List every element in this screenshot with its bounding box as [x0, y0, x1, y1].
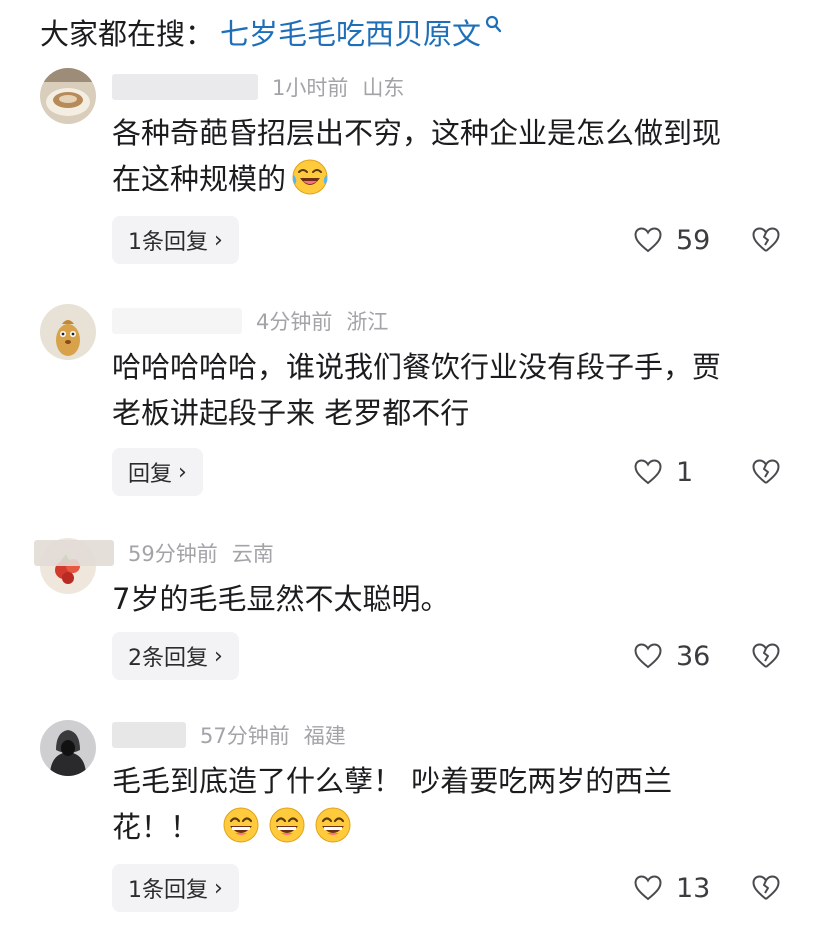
- username-redacted[interactable]: [112, 74, 258, 100]
- broken-heart-icon: [752, 227, 780, 252]
- comment-meta: 57分钟前 福建: [112, 720, 346, 750]
- username-redacted[interactable]: [112, 722, 186, 748]
- comment-line: 在这种规模的: [112, 162, 287, 196]
- comment-text: 各种奇葩昏招层出不穷，这种企业是怎么做到现 在这种规模的: [112, 110, 802, 202]
- comment-text: 哈哈哈哈哈，谁说我们餐饮行业没有段子手，贾 老板讲起段子来 老罗都不行: [112, 344, 802, 436]
- comment-line-wrap: 花！！: [112, 804, 802, 850]
- comment-line-wrap: 在这种规模的: [112, 156, 802, 202]
- comment-line: 各种奇葩昏招层出不穷，这种企业是怎么做到现: [112, 116, 722, 150]
- chevron-right-icon: ›: [214, 643, 223, 669]
- reply-label: 1条回复: [128, 230, 208, 255]
- comment-meta: 4分钟前 浙江: [112, 306, 388, 336]
- like-count: 59: [676, 224, 711, 256]
- grinning-emoji-icon: [269, 807, 305, 843]
- like-count: 13: [676, 872, 711, 904]
- heart-icon: [634, 459, 662, 485]
- like-count: 1: [676, 456, 694, 488]
- search-term-link[interactable]: 七岁毛毛吃西贝原文: [220, 11, 481, 53]
- reply-button[interactable]: 回复 ›: [112, 448, 203, 496]
- view-replies-button[interactable]: 1条回复 ›: [112, 216, 239, 264]
- avatar[interactable]: [40, 720, 96, 776]
- heart-icon: [634, 643, 662, 669]
- like-button[interactable]: 59: [634, 216, 710, 264]
- chevron-right-icon: ›: [214, 875, 223, 901]
- comment-line: 老板讲起段子来 老罗都不行: [112, 396, 470, 430]
- search-prefix-label: 大家都在搜：: [40, 17, 215, 51]
- reply-label: 回复: [128, 462, 173, 487]
- like-button[interactable]: 13: [634, 864, 710, 912]
- comment-location: 云南: [231, 542, 274, 566]
- heart-icon: [634, 227, 662, 253]
- comment-line: 7岁的毛毛显然不太聪明。: [112, 582, 450, 616]
- laughing-crying-emoji-icon: [292, 159, 328, 195]
- comment-line: 哈哈哈哈哈，谁说我们餐饮行业没有段子手，贾: [112, 350, 722, 384]
- view-replies-button[interactable]: 1条回复 ›: [112, 864, 239, 912]
- comment-text: 毛毛到底造了什么孽！ 吵着要吃两岁的西兰 花！！: [112, 758, 802, 850]
- broken-heart-icon: [752, 459, 780, 484]
- comment-location: 浙江: [346, 310, 389, 334]
- grinning-emoji-icon: [315, 807, 351, 843]
- comment-time: 59分钟前: [128, 542, 218, 566]
- like-button[interactable]: 36: [634, 632, 710, 680]
- grinning-emoji-icon: [223, 807, 259, 843]
- avatar[interactable]: [40, 304, 96, 360]
- comment-location: 山东: [362, 76, 405, 100]
- dislike-button[interactable]: [752, 632, 780, 680]
- heart-icon: [634, 875, 662, 901]
- dislike-button[interactable]: [752, 216, 780, 264]
- like-button[interactable]: 1: [634, 448, 693, 496]
- username-redacted[interactable]: [34, 540, 114, 566]
- chevron-right-icon: ›: [178, 459, 187, 485]
- broken-heart-icon: [752, 643, 780, 668]
- comment-meta: 59分钟前 云南: [34, 538, 274, 568]
- comment-time: 57分钟前: [200, 724, 290, 748]
- comment-line: 花！！: [112, 810, 200, 844]
- search-suggestion-bar[interactable]: 大家都在搜： 七岁毛毛吃西贝原文: [40, 12, 503, 52]
- comment-time: 1小时前: [272, 76, 349, 100]
- search-icon[interactable]: [485, 8, 503, 42]
- username-redacted[interactable]: [112, 308, 242, 334]
- reply-label: 1条回复: [128, 878, 208, 903]
- dislike-button[interactable]: [752, 864, 780, 912]
- comment-meta: 1小时前 山东: [112, 72, 404, 102]
- dislike-button[interactable]: [752, 448, 780, 496]
- chevron-right-icon: ›: [214, 227, 223, 253]
- avatar[interactable]: [40, 68, 96, 124]
- comment-location: 福建: [303, 724, 346, 748]
- comment-text: 7岁的毛毛显然不太聪明。: [112, 576, 802, 622]
- broken-heart-icon: [752, 875, 780, 900]
- comment-time: 4分钟前: [256, 310, 333, 334]
- like-count: 36: [676, 640, 711, 672]
- reply-label: 2条回复: [128, 646, 208, 671]
- comment-line: 毛毛到底造了什么孽！ 吵着要吃两岁的西兰: [112, 764, 673, 798]
- view-replies-button[interactable]: 2条回复 ›: [112, 632, 239, 680]
